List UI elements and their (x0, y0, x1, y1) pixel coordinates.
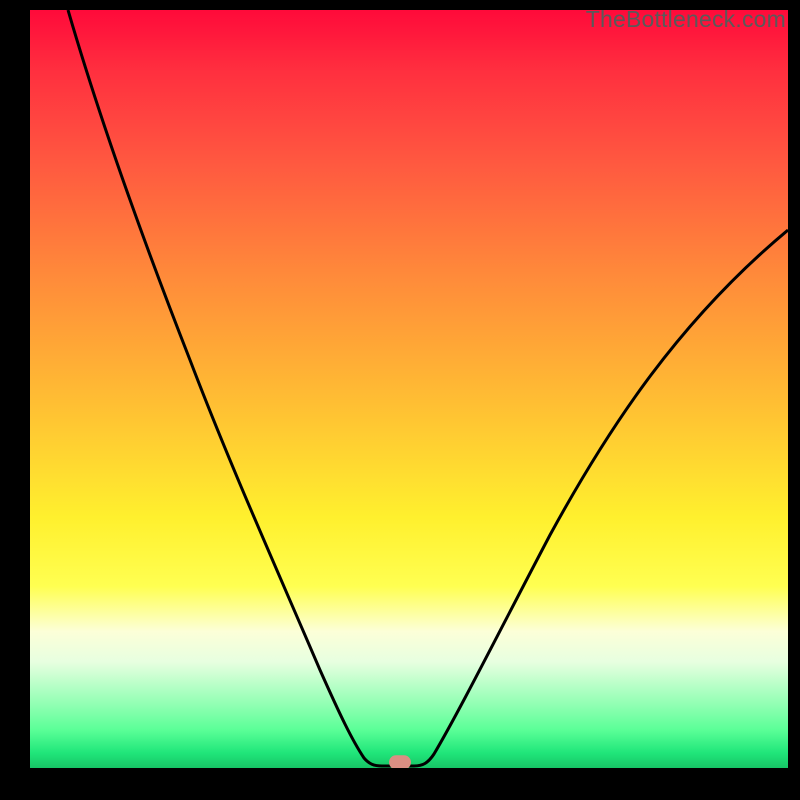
curve-layer (30, 10, 788, 768)
bottleneck-curve (68, 10, 788, 766)
bottleneck-plot (30, 10, 788, 768)
chart-frame: TheBottleneck.com (0, 0, 800, 800)
optimal-marker (389, 755, 411, 768)
watermark-text: TheBottleneck.com (586, 6, 786, 33)
